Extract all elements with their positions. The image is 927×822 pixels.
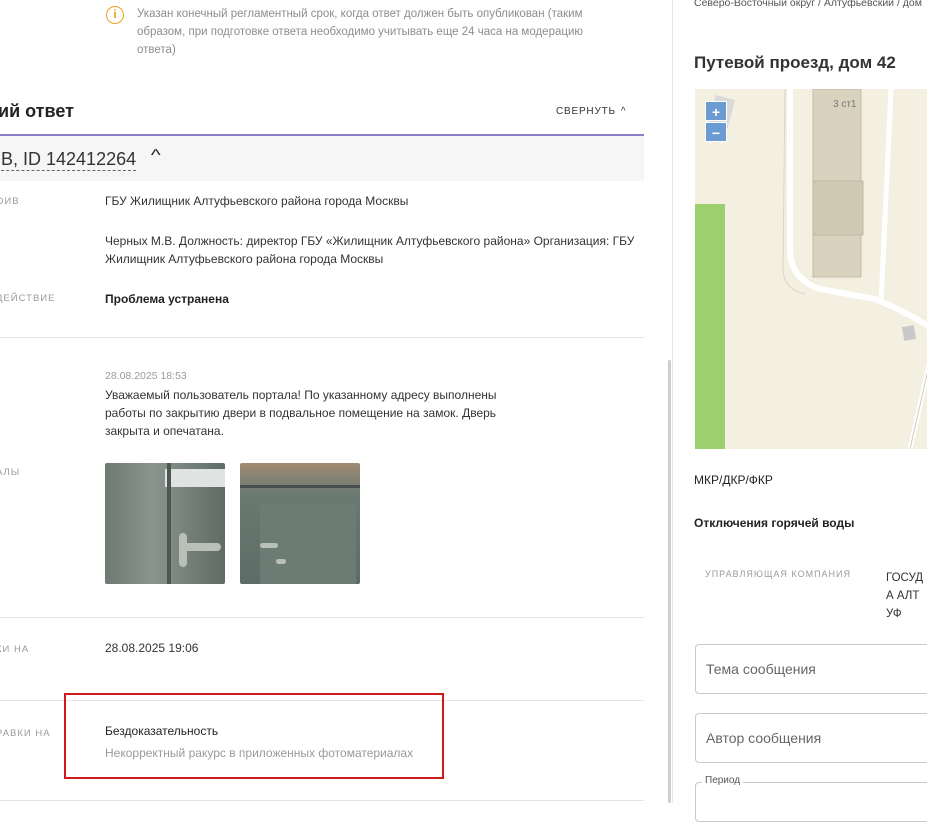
action-label: ДЕЙСТВИЕ <box>0 293 56 304</box>
address-title: Путевой проезд, дом 42 <box>694 53 896 72</box>
category-tag: МКР/ДКР/ФКР <box>694 473 773 487</box>
management-company-value: ГОСУДА АЛТУФ <box>886 572 924 620</box>
period-label: Период <box>702 775 744 786</box>
topic-field[interactable]: Тема сообщения <box>695 644 927 694</box>
info-icon: i <box>106 6 124 24</box>
oiv-label: ОИВ <box>0 196 20 207</box>
action-value: Проблема устранена <box>105 292 229 306</box>
chevron-up-icon[interactable]: ^ <box>151 147 161 165</box>
issue-sidebar: Северо-Восточный округ / Алтуфьевский / … <box>673 0 927 822</box>
section-title: ий ответ <box>0 101 74 121</box>
management-company-label: УПРАВЛЯЮЩАЯ КОМПАНИЯ <box>705 569 852 579</box>
materials-label: АЛЫ <box>0 467 21 478</box>
divider <box>0 617 644 618</box>
answer-text: Уважаемый пользователь портала! По указа… <box>105 388 497 438</box>
author-placeholder: Автор сообщения <box>706 730 822 746</box>
photo-thumbnail[interactable] <box>105 463 225 584</box>
responsible-person: Черных М.В. Должность: директор ГБУ «Жил… <box>105 234 635 266</box>
divider <box>0 337 644 338</box>
topic-placeholder: Тема сообщения <box>706 661 816 677</box>
collapse-label: СВЕРНУТЬ <box>556 106 616 117</box>
period-field[interactable]: Период <box>695 775 927 822</box>
scrollbar[interactable] <box>668 360 671 803</box>
author-field[interactable]: Автор сообщения <box>695 713 927 763</box>
breadcrumb[interactable]: Северо-Восточный округ / Алтуфьевский / … <box>694 0 927 12</box>
chevron-up-icon: ^ <box>620 106 627 117</box>
answer-panel: i Указан конечный регламентный срок, ког… <box>0 0 672 803</box>
deadline-notice: Указан конечный регламентный срок, когда… <box>137 8 583 56</box>
sent-label: КИ НА <box>0 644 30 655</box>
collapse-button[interactable]: СВЕРНУТЬ ^ <box>556 106 626 117</box>
oiv-value: ГБУ Жилищник Алтуфьевского района города… <box>105 194 409 208</box>
divider <box>0 800 644 801</box>
answer-date: 28.08.2025 18:53 <box>105 370 187 382</box>
sent-date: 28.08.2025 19:06 <box>105 641 199 655</box>
rework-reason: Бездоказательность <box>105 724 219 738</box>
category-tag: Отключения горячей воды <box>694 516 855 530</box>
zoom-out-button[interactable]: − <box>705 122 727 142</box>
photo-thumbnail[interactable] <box>240 463 360 584</box>
rework-detail: Некорректный ракурс в приложенных фотома… <box>105 746 414 760</box>
building-label: 3 ст1 <box>833 99 857 110</box>
map-canvas <box>695 89 927 449</box>
rework-label: РАВКИ НА <box>0 728 51 739</box>
answer-id-link[interactable]: ІВ, ID 142412264 <box>0 148 137 171</box>
map[interactable]: + − 3 ст1 <box>695 89 927 449</box>
zoom-in-button[interactable]: + <box>705 101 727 121</box>
